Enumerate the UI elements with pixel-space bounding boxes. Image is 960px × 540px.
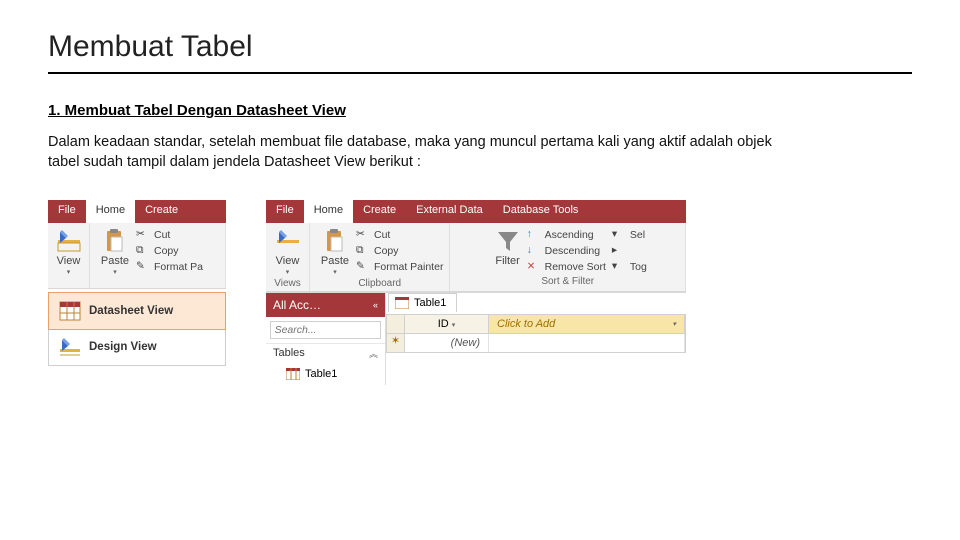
scissors-icon: ✂ bbox=[136, 228, 150, 242]
view-button[interactable]: View ▾ bbox=[50, 226, 88, 276]
paste-label: Paste bbox=[101, 255, 129, 267]
cut-button[interactable]: ✂Cut bbox=[136, 228, 203, 242]
design-icon bbox=[59, 337, 81, 357]
ribbon: View▾ Views Paste▾ ✂Cut ⧉Copy ✎Format Pa bbox=[266, 223, 686, 292]
paste-button[interactable]: Paste ▾ bbox=[96, 226, 134, 276]
tab-home[interactable]: Home bbox=[304, 200, 353, 223]
tab-file[interactable]: File bbox=[48, 200, 86, 223]
menu-datasheet-view[interactable]: Datasheet View bbox=[48, 292, 226, 330]
section-heading: 1. Membuat Tabel Dengan Datasheet View bbox=[48, 102, 912, 119]
sort-desc-icon: ↓ bbox=[527, 244, 541, 258]
column-click-to-add[interactable]: Click to Add▾ bbox=[489, 315, 685, 333]
cut-button[interactable]: ✂Cut bbox=[356, 228, 443, 242]
chevron-down-icon: ▾ bbox=[672, 320, 676, 328]
nav-item-table1[interactable]: Table1 bbox=[266, 363, 385, 385]
remove-sort-button[interactable]: ⨯Remove Sort bbox=[527, 260, 606, 274]
menu-design-view[interactable]: Design View bbox=[49, 329, 225, 365]
chevron-left-icon: « bbox=[373, 300, 378, 310]
tab-strip: File Home Create External Data Database … bbox=[266, 200, 686, 223]
menu-label: Design View bbox=[89, 341, 157, 353]
view-dropdown-menu: Datasheet View Design View bbox=[48, 292, 226, 366]
chevron-down-icon: ▾ bbox=[452, 322, 456, 329]
brush-icon: ✎ bbox=[356, 260, 370, 274]
table-icon bbox=[286, 368, 300, 380]
divider bbox=[48, 72, 912, 74]
tab-home[interactable]: Home bbox=[86, 200, 135, 223]
chevron-down-icon: ▾ bbox=[286, 268, 290, 276]
ascending-button[interactable]: ↑Ascending bbox=[527, 228, 606, 242]
filter-icon: ▾ bbox=[612, 228, 626, 242]
group-label: Clipboard bbox=[358, 276, 401, 291]
cell-id-new[interactable]: (New) bbox=[405, 334, 489, 352]
tab-strip: File Home Create bbox=[48, 200, 226, 223]
sort-asc-icon: ↑ bbox=[527, 228, 541, 242]
nav-header[interactable]: All Acc… « bbox=[266, 293, 385, 317]
format-painter-button[interactable]: ✎Format Pa bbox=[136, 260, 203, 274]
copy-icon: ⧉ bbox=[136, 244, 150, 258]
column-id[interactable]: ID ▾ bbox=[405, 315, 489, 333]
tab-external-data[interactable]: External Data bbox=[406, 200, 493, 223]
new-row-icon: ✶ bbox=[387, 334, 405, 352]
screenshot-left: File Home Create View ▾ bbox=[48, 200, 226, 366]
descending-button[interactable]: ↓Descending bbox=[527, 244, 606, 258]
toggle-filter-button[interactable]: ▾Tog bbox=[612, 260, 647, 274]
group-label: Views bbox=[274, 276, 301, 291]
tab-database-tools[interactable]: Database Tools bbox=[493, 200, 589, 223]
view-icon bbox=[275, 228, 301, 254]
advanced-icon: ▸ bbox=[612, 244, 626, 258]
selection-button[interactable]: ▾Sel bbox=[612, 228, 647, 242]
filter-icon bbox=[495, 228, 521, 254]
filter-button[interactable]: Filter bbox=[489, 226, 527, 274]
cell-empty[interactable] bbox=[489, 334, 685, 352]
copy-button[interactable]: ⧉Copy bbox=[356, 244, 443, 258]
ribbon: View ▾ Paste ▾ ✂Cut ⧉Copy bbox=[48, 223, 226, 289]
datasheet-header: ID ▾ Click to Add▾ bbox=[386, 314, 686, 334]
chevron-down-icon: ▾ bbox=[67, 268, 71, 276]
tab-file[interactable]: File bbox=[266, 200, 304, 223]
view-label: View bbox=[57, 255, 81, 267]
chevron-up-icon: ︽ bbox=[369, 347, 378, 360]
datasheet-area: Table1 ID ▾ Click to Add▾ ✶ (New) bbox=[386, 293, 686, 385]
copy-icon: ⧉ bbox=[356, 244, 370, 258]
paragraph: Dalam keadaan standar, setelah membuat f… bbox=[48, 133, 788, 172]
format-painter-button[interactable]: ✎Format Painter bbox=[356, 260, 443, 274]
object-tab-table1[interactable]: Table1 bbox=[388, 293, 457, 312]
tab-create[interactable]: Create bbox=[135, 200, 188, 223]
remove-sort-icon: ⨯ bbox=[527, 260, 541, 274]
advanced-button[interactable]: ▸ bbox=[612, 244, 647, 258]
menu-label: Datasheet View bbox=[89, 305, 173, 317]
toggle-icon: ▾ bbox=[612, 260, 626, 274]
paste-button[interactable]: Paste▾ bbox=[316, 226, 354, 276]
chevron-down-icon: ▾ bbox=[333, 268, 337, 276]
view-icon bbox=[56, 228, 82, 254]
table-icon bbox=[395, 297, 409, 309]
copy-button[interactable]: ⧉Copy bbox=[136, 244, 203, 258]
group-label: Sort & Filter bbox=[541, 274, 594, 289]
chevron-down-icon: ▾ bbox=[113, 268, 117, 276]
table-row[interactable]: ✶ (New) bbox=[386, 334, 686, 353]
brush-icon: ✎ bbox=[136, 260, 150, 274]
datasheet-icon bbox=[59, 301, 81, 321]
screenshot-right: File Home Create External Data Database … bbox=[266, 200, 686, 385]
page-title: Membuat Tabel bbox=[48, 30, 912, 64]
paste-icon bbox=[102, 228, 128, 254]
row-selector-head[interactable] bbox=[387, 315, 405, 333]
search-input[interactable] bbox=[270, 321, 382, 339]
view-button[interactable]: View▾ bbox=[269, 226, 307, 276]
paste-icon bbox=[322, 228, 348, 254]
scissors-icon: ✂ bbox=[356, 228, 370, 242]
nav-group-tables[interactable]: Tables︽ bbox=[266, 343, 385, 363]
tab-create[interactable]: Create bbox=[353, 200, 406, 223]
navigation-pane: All Acc… « Tables︽ Table1 bbox=[266, 293, 386, 385]
